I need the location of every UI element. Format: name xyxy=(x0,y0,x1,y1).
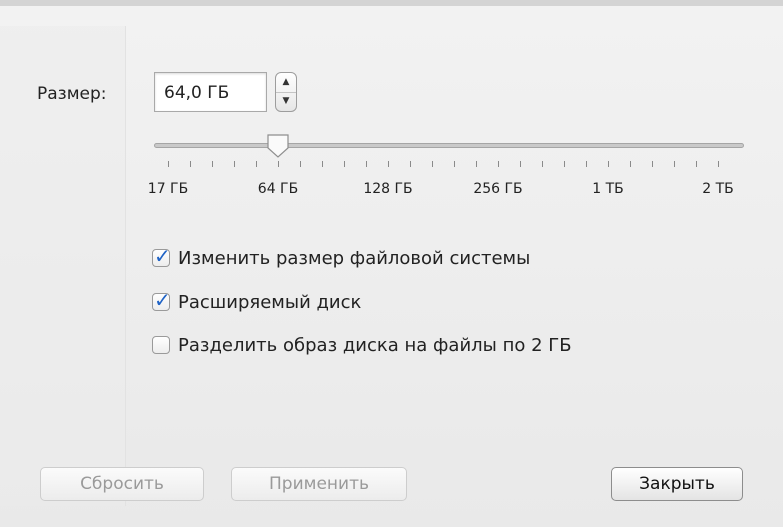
slider-tick xyxy=(498,161,499,167)
checkmark-icon: ✓ xyxy=(154,288,171,312)
slider-tick xyxy=(410,161,411,167)
slider-tick xyxy=(476,161,477,167)
size-label: Размер: xyxy=(37,84,107,104)
slider-ticks xyxy=(154,161,744,171)
slider-tick xyxy=(630,161,631,167)
slider-tick-label: 2 ТБ xyxy=(702,181,734,197)
slider-tick-label: 1 ТБ xyxy=(592,181,624,197)
slider-tick xyxy=(322,161,323,167)
slider-tick-label: 256 ГБ xyxy=(473,181,523,197)
option-label: Расширяемый диск xyxy=(178,291,362,313)
slider-tick xyxy=(278,161,279,167)
close-button[interactable]: Закрыть xyxy=(611,467,743,501)
size-stepper[interactable]: ▲ ▼ xyxy=(275,72,297,112)
slider-tick xyxy=(344,161,345,167)
slider-tick xyxy=(388,161,389,167)
option-label: Изменить размер файловой системы xyxy=(178,247,531,269)
size-input[interactable]: 64,0 ГБ xyxy=(154,72,267,112)
slider-tick-label: 17 ГБ xyxy=(147,181,189,197)
slider-tick xyxy=(542,161,543,167)
option-label: Разделить образ диска на файлы по 2 ГБ xyxy=(178,334,572,356)
slider-tick xyxy=(168,161,169,167)
slider-tick xyxy=(608,161,609,167)
slider-tick-label: 128 ГБ xyxy=(363,181,413,197)
slider-tick xyxy=(718,161,719,167)
slider-tick xyxy=(520,161,521,167)
slider-tick xyxy=(190,161,191,167)
checkbox[interactable]: ✓ xyxy=(152,244,171,268)
stepper-down-icon[interactable]: ▼ xyxy=(276,92,296,111)
slider-tick xyxy=(366,161,367,167)
reset-button[interactable]: Сбросить xyxy=(40,467,204,501)
option-split-disk[interactable]: Разделить образ диска на файлы по 2 ГБ xyxy=(152,333,572,357)
slider-tick xyxy=(586,161,587,167)
checkbox[interactable] xyxy=(152,336,170,354)
slider-tick xyxy=(696,161,697,167)
slider-tick xyxy=(652,161,653,167)
slider-tick xyxy=(300,161,301,167)
slider-tick-label: 64 ГБ xyxy=(257,181,299,197)
checkbox[interactable]: ✓ xyxy=(152,288,171,312)
slider-tick xyxy=(564,161,565,167)
option-resize-fs[interactable]: ✓ Изменить размер файловой системы xyxy=(152,244,531,270)
slider-tick xyxy=(256,161,257,167)
size-slider-track[interactable] xyxy=(154,143,744,148)
stepper-up-icon[interactable]: ▲ xyxy=(276,73,296,93)
slider-tick xyxy=(212,161,213,167)
apply-button[interactable]: Применить xyxy=(231,467,407,501)
slider-tick xyxy=(454,161,455,167)
slider-tick xyxy=(234,161,235,167)
option-expanding-disk[interactable]: ✓ Расширяемый диск xyxy=(152,288,362,314)
checkmark-icon: ✓ xyxy=(154,244,171,268)
size-slider-thumb[interactable] xyxy=(266,133,290,159)
slider-tick xyxy=(432,161,433,167)
disk-size-sheet: Размер: 64,0 ГБ ▲ ▼ 17 ГБ 64 ГБ 128 ГБ 256 … xyxy=(0,0,783,527)
slider-tick xyxy=(674,161,675,167)
